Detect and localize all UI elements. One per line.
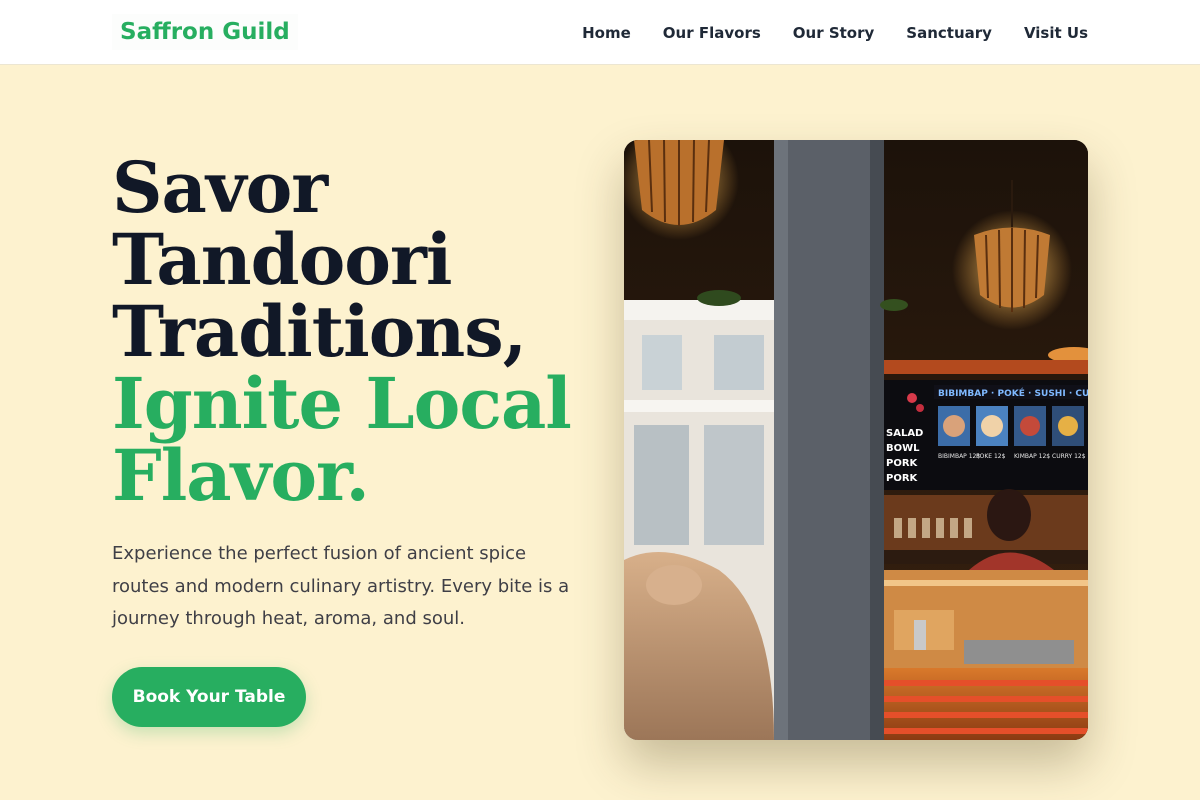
- svg-text:PORK: PORK: [886, 458, 919, 469]
- hero-title-accent-line: Flavor.: [112, 434, 370, 517]
- svg-text:CURRY 12$: CURRY 12$: [1052, 453, 1086, 460]
- svg-text:BOWL: BOWL: [886, 443, 920, 454]
- hero-title: Savor Tandoori Traditions, Ignite Local …: [112, 152, 582, 512]
- restaurant-photo: BIBIMBAP · POKÉ · SUSHI · CURRY · BIBIMB…: [624, 140, 1088, 740]
- nav-our-flavors[interactable]: Our Flavors: [663, 24, 761, 42]
- nav-home[interactable]: Home: [582, 24, 631, 42]
- book-table-button[interactable]: Book Your Table: [112, 667, 306, 727]
- svg-text:SALAD: SALAD: [886, 428, 923, 439]
- brand-logo[interactable]: Saffron Guild: [112, 14, 298, 50]
- site-header: Saffron Guild Home Our Flavors Our Story…: [0, 0, 1200, 65]
- nav-visit-us[interactable]: Visit Us: [1024, 24, 1088, 42]
- hero-title-accent-line: Ignite Local: [112, 362, 572, 445]
- hero-title-line: Traditions,: [112, 290, 527, 373]
- hero-title-line: Savor: [112, 146, 328, 229]
- menu-board-header: BIBIMBAP · POKÉ · SUSHI · CURRY ·: [938, 387, 1088, 399]
- hero-description: Experience the perfect fusion of ancient…: [112, 543, 570, 629]
- hero-title-line: Tandoori: [112, 218, 452, 301]
- svg-text:KIMBAP 12$: KIMBAP 12$: [1014, 453, 1050, 460]
- svg-text:POKE 12$: POKE 12$: [976, 453, 1006, 460]
- nav-our-story[interactable]: Our Story: [793, 24, 875, 42]
- nav-sanctuary[interactable]: Sanctuary: [906, 24, 992, 42]
- main-nav: Home Our Flavors Our Story Sanctuary Vis…: [582, 0, 1088, 65]
- svg-text:BIBIMBAP 12$: BIBIMBAP 12$: [938, 453, 980, 460]
- svg-text:PORK: PORK: [886, 473, 919, 484]
